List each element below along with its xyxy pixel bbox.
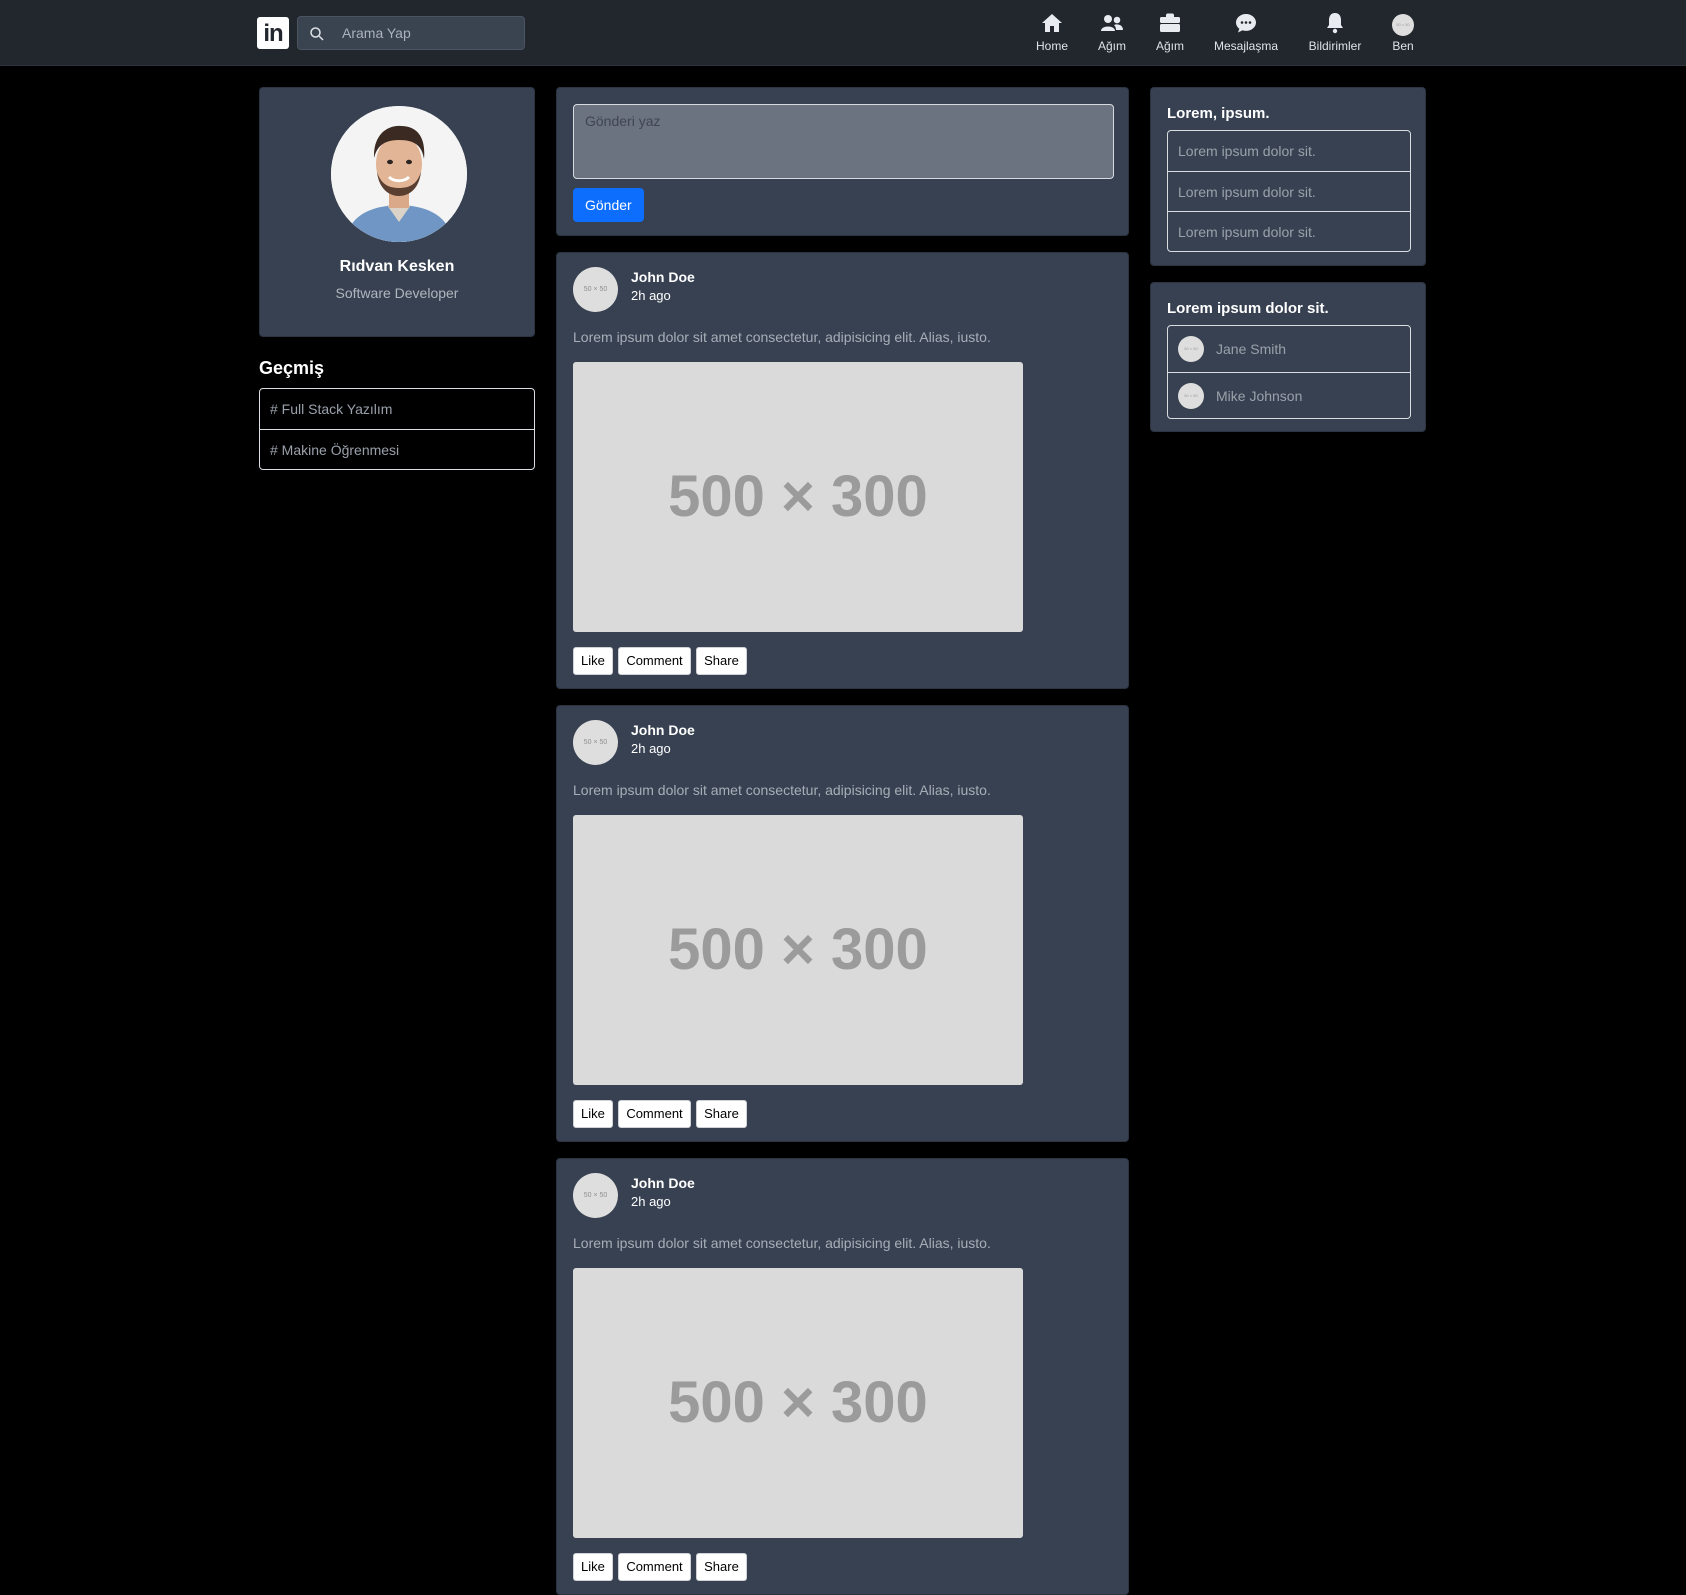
nav-item-messaging[interactable]: Mesajlaşma (1211, 11, 1281, 59)
post-text: Lorem ipsum dolor sit amet consectetur, … (573, 329, 991, 345)
card-title: Lorem, ipsum. (1167, 105, 1270, 122)
home-icon (1042, 14, 1062, 32)
avatar[interactable]: 50 × 50 (573, 720, 618, 765)
comment-button[interactable]: Comment (618, 1553, 691, 1581)
people-icon (1101, 15, 1123, 31)
history-item[interactable]: # Full Stack Yazılım (260, 389, 534, 429)
post-time: 2h ago (631, 741, 671, 756)
post-time: 2h ago (631, 1194, 671, 1209)
list-item[interactable]: Lorem ipsum dolor sit. (1168, 211, 1410, 251)
avatar: 50 × 50 (1178, 383, 1204, 409)
nav-item-notifications[interactable]: Bildirimler (1305, 11, 1365, 59)
post-image[interactable]: 500 × 300 (573, 362, 1023, 632)
top-navbar: in Home Ağım Ağım (0, 0, 1686, 66)
profile-title: Software Developer (335, 285, 459, 301)
nav-item-jobs[interactable]: Ağım (1154, 11, 1186, 59)
post-author[interactable]: John Doe (631, 269, 695, 285)
like-button[interactable]: Like (573, 647, 613, 675)
avatar[interactable]: 50 × 50 (573, 267, 618, 312)
post-card: 50 × 50 John Doe 2h ago Lorem ipsum dolo… (556, 1158, 1129, 1595)
share-button[interactable]: Share (696, 1100, 747, 1128)
right-card-people: Lorem ipsum dolor sit. 50 × 50 Jane Smit… (1150, 282, 1426, 432)
post-time: 2h ago (631, 288, 671, 303)
bell-icon (1327, 13, 1343, 34)
history-title: Geçmiş (259, 358, 325, 378)
post-author[interactable]: John Doe (631, 722, 695, 738)
post-image[interactable]: 500 × 300 (573, 1268, 1023, 1538)
right-card-links: Lorem, ipsum. Lorem ipsum dolor sit. Lor… (1150, 87, 1426, 266)
nav-label-network: Ağım (1097, 39, 1126, 53)
history-item[interactable]: # Makine Öğrenmesi (260, 429, 534, 469)
post-text: Lorem ipsum dolor sit amet consectetur, … (573, 782, 991, 798)
list-item[interactable]: Lorem ipsum dolor sit. (1168, 131, 1410, 171)
post-composer: Gönder (556, 87, 1129, 236)
comment-button[interactable]: Comment (618, 1100, 691, 1128)
avatar: 50 × 50 (1178, 336, 1204, 362)
send-button[interactable]: Gönder (573, 188, 644, 222)
like-button[interactable]: Like (573, 1553, 613, 1581)
list-item[interactable]: Lorem ipsum dolor sit. (1168, 171, 1410, 211)
profile-name[interactable]: Rıdvan Kesken (260, 258, 534, 276)
post-text: Lorem ipsum dolor sit amet consectetur, … (573, 1235, 991, 1251)
person-name: Mike Johnson (1216, 388, 1303, 404)
post-textarea[interactable] (573, 104, 1114, 179)
people-list: 50 × 50 Jane Smith 50 × 50 Mike Johnson (1167, 325, 1411, 419)
nav-label-messaging: Mesajlaşma (1213, 39, 1279, 53)
comment-button[interactable]: Comment (618, 647, 691, 675)
avatar[interactable]: 50 × 50 (573, 1173, 618, 1218)
history-list: # Full Stack Yazılım # Makine Öğrenmesi (259, 388, 535, 470)
post-actions: Like Comment Share (573, 1100, 748, 1128)
nav-item-me[interactable]: 50 × 50 Ben (1390, 11, 1416, 59)
post-actions: Like Comment Share (573, 647, 748, 675)
card-title: Lorem ipsum dolor sit. (1167, 300, 1329, 317)
links-list: Lorem ipsum dolor sit. Lorem ipsum dolor… (1167, 130, 1411, 252)
profile-card: Rıdvan Kesken Software Developer (259, 87, 535, 337)
avatar: 50 × 50 (1392, 14, 1414, 36)
profile-photo (331, 106, 467, 242)
nav-items: Home Ağım Ağım Mesajlaşma Bildirimler 50… (0, 11, 1686, 59)
profile-photo-portrait (331, 106, 467, 242)
share-button[interactable]: Share (696, 647, 747, 675)
like-button[interactable]: Like (573, 1100, 613, 1128)
briefcase-icon (1160, 13, 1180, 32)
person-item[interactable]: 50 × 50 Mike Johnson (1168, 372, 1410, 418)
chat-icon (1236, 14, 1256, 33)
nav-label-jobs: Ağım (1155, 39, 1184, 53)
nav-label-notifications: Bildirimler (1308, 39, 1362, 53)
person-name: Jane Smith (1216, 341, 1287, 357)
post-actions: Like Comment Share (573, 1553, 748, 1581)
nav-label-home: Home (1035, 39, 1068, 53)
person-item[interactable]: 50 × 50 Jane Smith (1168, 326, 1410, 372)
post-image[interactable]: 500 × 300 (573, 815, 1023, 1085)
post-author[interactable]: John Doe (631, 1175, 695, 1191)
post-card: 50 × 50 John Doe 2h ago Lorem ipsum dolo… (556, 252, 1129, 689)
nav-item-network[interactable]: Ağım (1096, 11, 1128, 59)
nav-item-home[interactable]: Home (1034, 11, 1070, 59)
nav-label-me: Ben (1392, 39, 1414, 53)
post-card: 50 × 50 John Doe 2h ago Lorem ipsum dolo… (556, 705, 1129, 1142)
share-button[interactable]: Share (696, 1553, 747, 1581)
